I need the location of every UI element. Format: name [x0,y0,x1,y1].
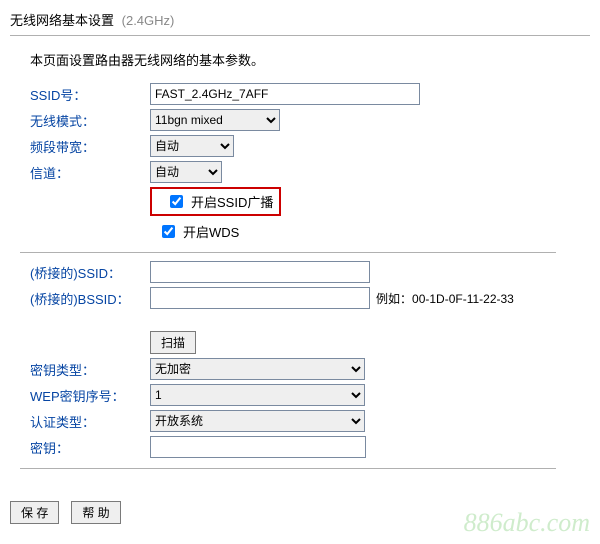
select-channel[interactable]: 自动 [150,161,222,183]
row-scan: 扫描 [30,331,590,354]
footer: 保 存 帮 助 [10,495,590,524]
label-enable-ssid-broadcast: 开启SSID广播 [191,192,273,211]
input-bridge-bssid[interactable] [150,287,370,309]
highlight-ssid-broadcast: 开启SSID广播 [150,187,281,216]
row-bandwidth: 频段带宽： 自动 [30,135,590,157]
row-wep-index: WEP密钥序号： 1 [30,384,590,406]
input-ssid[interactable] [150,83,420,105]
label-key-type: 密钥类型： [30,360,150,379]
bssid-example-continue [150,313,590,327]
label-bridge-ssid: (桥接的)SSID： [30,263,150,282]
row-auth-type: 认证类型： 开放系统 [30,410,590,432]
input-key[interactable] [150,436,366,458]
row-channel: 信道： 自动 [30,161,590,183]
label-wep-index: WEP密钥序号： [30,386,150,405]
button-save[interactable]: 保 存 [10,501,59,524]
row-ssid: SSID号： [30,83,590,105]
row-bridge-bssid: (桥接的)BSSID： 例如：00-1D-0F-11-22-33 [30,287,590,309]
separator-2 [20,468,556,469]
row-key: 密钥： [30,436,590,458]
intro-text: 本页面设置路由器无线网络的基本参数。 [30,50,590,69]
input-bridge-ssid[interactable] [150,261,370,283]
label-auth-type: 认证类型： [30,412,150,431]
label-channel: 信道： [30,163,150,182]
button-scan[interactable]: 扫描 [150,331,196,354]
label-wireless-mode: 无线模式： [30,111,150,130]
label-bridge-bssid: (桥接的)BSSID： [30,289,150,308]
select-key-type[interactable]: 无加密 [150,358,365,380]
checkbox-enable-ssid-broadcast[interactable] [170,195,183,208]
bssid-example-prefix: 例如：00-1D-0F-11-22-33 [376,290,514,307]
title-text: 无线网络基本设置 [10,13,114,28]
row-wireless-mode: 无线模式： 11bgn mixed [30,109,590,131]
button-help[interactable]: 帮 助 [71,501,120,524]
row-enable-wds: 开启WDS [150,220,590,242]
panel-title: 无线网络基本设置 (2.4GHz) [10,10,590,36]
label-enable-wds: 开启WDS [183,222,239,241]
select-bandwidth[interactable]: 自动 [150,135,234,157]
row-key-type: 密钥类型： 无加密 [30,358,590,380]
label-key: 密钥： [30,438,150,457]
row-ssid-broadcast: 开启SSID广播 [150,187,590,216]
separator-1 [20,252,556,253]
label-bandwidth: 频段带宽： [30,137,150,156]
checkbox-enable-wds[interactable] [162,225,175,238]
row-bridge-ssid: (桥接的)SSID： [30,261,590,283]
select-wireless-mode[interactable]: 11bgn mixed [150,109,280,131]
panel-body: 本页面设置路由器无线网络的基本参数。 SSID号： 无线模式： 11bgn mi… [0,36,600,489]
label-ssid: SSID号： [30,85,150,104]
select-wep-index[interactable]: 1 [150,384,365,406]
title-ghz: (2.4GHz) [122,13,175,28]
select-auth-type[interactable]: 开放系统 [150,410,365,432]
